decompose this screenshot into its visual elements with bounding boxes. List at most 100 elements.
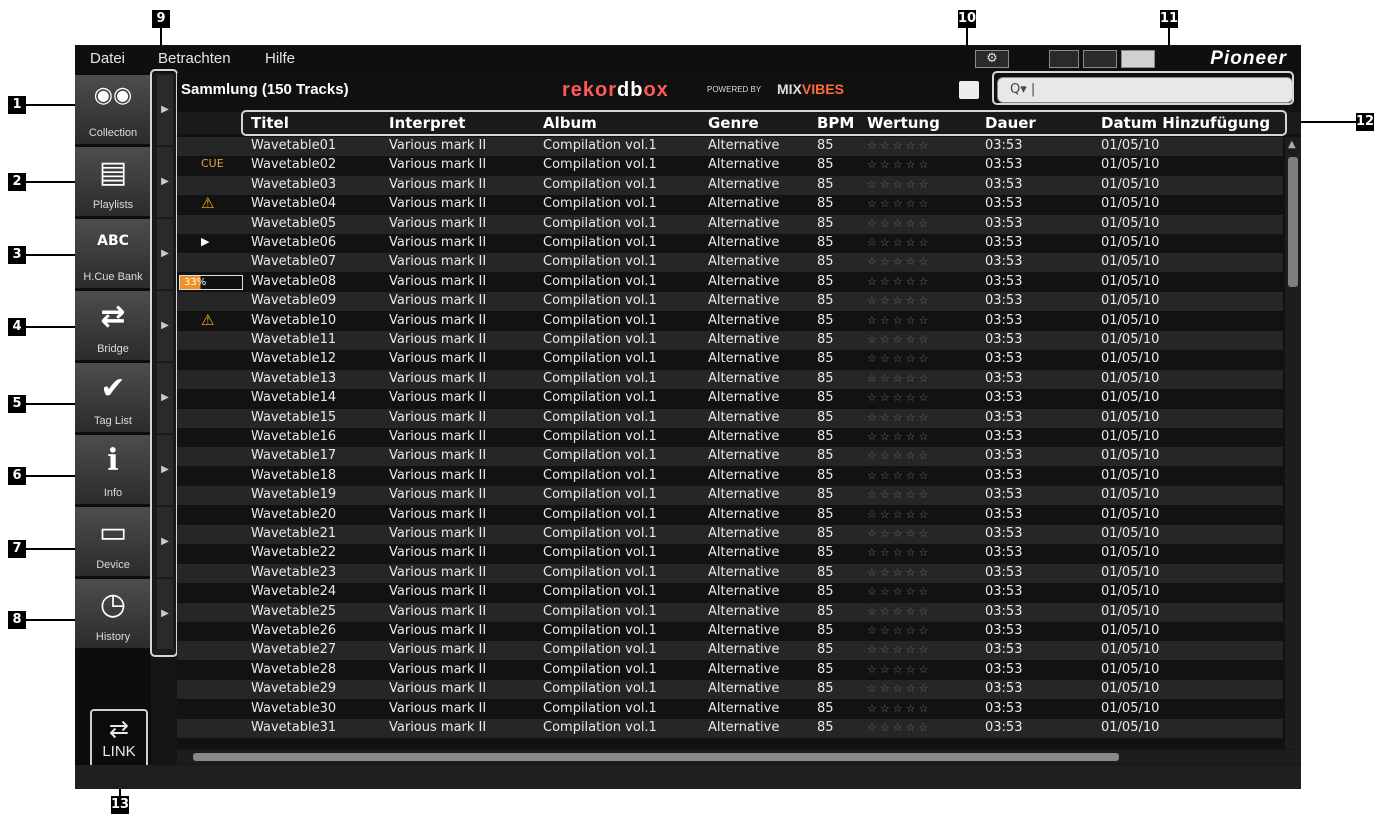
row-rating[interactable]: ☆☆☆☆☆	[867, 702, 931, 715]
bridge-icon: ⇄	[100, 299, 126, 334]
row-rating[interactable]: ☆☆☆☆☆	[867, 352, 931, 365]
horizontal-scrollbar[interactable]	[177, 750, 1301, 764]
row-rating[interactable]: ☆☆☆☆☆	[867, 624, 931, 637]
menu-hilfe[interactable]: Hilfe	[265, 50, 295, 67]
row-rating[interactable]: ☆☆☆☆☆	[867, 430, 931, 443]
table-row[interactable]: Wavetable09 Various mark II Compilation vo…	[177, 292, 1283, 312]
sidebar-item-bridge[interactable]: ⇄ Bridge	[75, 291, 151, 361]
row-genre: Alternative	[708, 506, 780, 522]
table-row[interactable]: Wavetable11 Various mark II Compilation vo…	[177, 331, 1283, 350]
row-date: 01/05/10	[1101, 448, 1160, 464]
row-rating[interactable]: ☆☆☆☆☆	[867, 508, 931, 521]
table-row[interactable]: Wavetable27 Various mark II Compilation vo…	[177, 641, 1283, 661]
row-rating[interactable]: ☆☆☆☆☆	[867, 275, 931, 288]
table-row[interactable]: Wavetable31 Various mark II Compilation vo…	[177, 719, 1283, 738]
row-duration: 03:53	[985, 661, 1023, 677]
table-row[interactable]: Wavetable21 Various mark II Compilation vo…	[177, 525, 1283, 544]
table-row[interactable]: Wavetable22 Various mark II Compilation vo…	[177, 544, 1283, 564]
sidebar-item-collection[interactable]: ◉◉ Collection	[75, 75, 151, 145]
table-row[interactable]: Wavetable26 Various mark II Compilation vo…	[177, 622, 1283, 641]
table-row[interactable]: Wavetable29 Various mark II Compilation vo…	[177, 680, 1283, 700]
view-split-button[interactable]	[1083, 50, 1117, 68]
table-row[interactable]: Wavetable07 Various mark II Compilation vo…	[177, 253, 1283, 273]
row-rating[interactable]: ☆☆☆☆☆	[867, 197, 931, 210]
table-row[interactable]: Wavetable25 Various mark II Compilation vo…	[177, 602, 1283, 622]
link-button[interactable]: ⇄ LINK	[90, 709, 148, 771]
row-album: Compilation vol.1	[543, 661, 657, 677]
row-bpm: 85	[817, 623, 834, 638]
row-rating[interactable]: ☆☆☆☆☆	[867, 411, 931, 424]
row-artist: Various mark II	[389, 467, 487, 483]
vertical-scroll-thumb[interactable]	[1288, 157, 1298, 287]
save-icon[interactable]	[959, 81, 979, 99]
table-row[interactable]: Wavetable17 Various mark II Compilation vo…	[177, 447, 1283, 467]
row-rating[interactable]: ☆☆☆☆☆	[867, 294, 931, 307]
table-row[interactable]: CUE Wavetable02 Various mark II Compilation…	[177, 156, 1283, 176]
row-title: Wavetable30	[251, 700, 337, 716]
view-list-button[interactable]	[1121, 50, 1155, 68]
table-row[interactable]: Wavetable18 Various mark II Compilation vo…	[177, 466, 1283, 486]
pioneer-logo: Pioneer	[1210, 48, 1287, 69]
table-row[interactable]: 33% Wavetable08 Various mark II Compilation…	[177, 272, 1283, 292]
table-row[interactable]: ▶ Wavetable06 Various mark II Compilation v…	[177, 234, 1283, 253]
menu-datei[interactable]: Datei	[90, 50, 125, 67]
row-date: 01/05/10	[1101, 409, 1160, 425]
settings-gear-icon[interactable]: ⚙	[975, 50, 1009, 68]
row-duration: 03:53	[985, 176, 1023, 192]
horizontal-scroll-thumb[interactable]	[193, 753, 1119, 761]
sidebar-item-tag-list[interactable]: ✔ Tag List	[75, 363, 151, 433]
vertical-scrollbar[interactable]: ▲	[1285, 137, 1301, 749]
row-rating[interactable]: ☆☆☆☆☆	[867, 236, 931, 249]
row-bpm: 85	[817, 254, 834, 270]
sidebar-item-hcue-bank[interactable]: ABC H.Cue Bank	[75, 219, 151, 289]
row-rating[interactable]: ☆☆☆☆☆	[867, 682, 931, 695]
table-row[interactable]: Wavetable13 Various mark II Compilation vo…	[177, 369, 1283, 389]
table-row[interactable]: ⚠ Wavetable04 Various mark II Compilation v…	[177, 194, 1283, 215]
row-rating[interactable]: ☆☆☆☆☆	[867, 488, 931, 501]
row-rating[interactable]: ☆☆☆☆☆	[867, 372, 931, 385]
table-row[interactable]: Wavetable01 Various mark II Compilation vo…	[177, 137, 1283, 156]
table-row[interactable]: Wavetable03 Various mark II Compilation vo…	[177, 175, 1283, 195]
scroll-up-icon[interactable]: ▲	[1288, 139, 1296, 150]
table-row[interactable]: Wavetable28 Various mark II Compilation vo…	[177, 660, 1283, 680]
table-row[interactable]: Wavetable12 Various mark II Compilation vo…	[177, 350, 1283, 370]
row-rating[interactable]: ☆☆☆☆☆	[867, 566, 931, 579]
row-rating[interactable]: ☆☆☆☆☆	[867, 158, 931, 171]
row-album: Compilation vol.1	[543, 448, 657, 464]
row-rating[interactable]: ☆☆☆☆☆	[867, 333, 931, 346]
table-row[interactable]: Wavetable24 Various mark II Compilation vo…	[177, 583, 1283, 603]
view-single-button[interactable]	[1049, 50, 1079, 68]
info-icon: i	[107, 443, 119, 478]
row-album: Compilation vol.1	[543, 526, 657, 541]
sidebar-item-device[interactable]: ▭ Device	[75, 507, 151, 577]
row-rating[interactable]: ☆☆☆☆☆	[867, 585, 931, 598]
table-row[interactable]: Wavetable16 Various mark II Compilation vo…	[177, 428, 1283, 447]
table-row[interactable]: ⚠ Wavetable10 Various mark II Compilation v…	[177, 311, 1283, 331]
row-rating[interactable]: ☆☆☆☆☆	[867, 255, 931, 268]
row-rating[interactable]: ☆☆☆☆☆	[867, 469, 931, 482]
row-rating[interactable]: ☆☆☆☆☆	[867, 605, 931, 618]
row-rating[interactable]: ☆☆☆☆☆	[867, 178, 931, 191]
table-row[interactable]: Wavetable15 Various mark II Compilation vo…	[177, 408, 1283, 428]
row-rating[interactable]: ☆☆☆☆☆	[867, 643, 931, 656]
row-rating[interactable]: ☆☆☆☆☆	[867, 721, 931, 734]
table-row[interactable]: Wavetable19 Various mark II Compilation vo…	[177, 486, 1283, 506]
table-row[interactable]: Wavetable14 Various mark II Compilation vo…	[177, 389, 1283, 409]
table-row[interactable]: Wavetable23 Various mark II Compilation vo…	[177, 563, 1283, 583]
row-rating[interactable]: ☆☆☆☆☆	[867, 527, 931, 540]
sidebar-item-history[interactable]: ◷ History	[75, 579, 151, 649]
row-rating[interactable]: ☆☆☆☆☆	[867, 449, 931, 462]
row-rating[interactable]: ☆☆☆☆☆	[867, 217, 931, 230]
sidebar-item-playlists[interactable]: ▤ Playlists	[75, 147, 151, 217]
row-rating[interactable]: ☆☆☆☆☆	[867, 546, 931, 559]
row-rating[interactable]: ☆☆☆☆☆	[867, 314, 931, 327]
sidebar-item-info[interactable]: i Info	[75, 435, 151, 505]
table-row[interactable]: Wavetable20 Various mark II Compilation vo…	[177, 505, 1283, 525]
row-rating[interactable]: ☆☆☆☆☆	[867, 663, 931, 676]
table-row[interactable]: Wavetable05 Various mark II Compilation vo…	[177, 214, 1283, 234]
menu-betrachten[interactable]: Betrachten	[158, 50, 231, 67]
row-rating[interactable]: ☆☆☆☆☆	[867, 391, 931, 404]
row-rating[interactable]: ☆☆☆☆☆	[867, 139, 931, 152]
row-artist: Various mark II	[389, 332, 487, 347]
table-row[interactable]: Wavetable30 Various mark II Compilation vo…	[177, 699, 1283, 719]
